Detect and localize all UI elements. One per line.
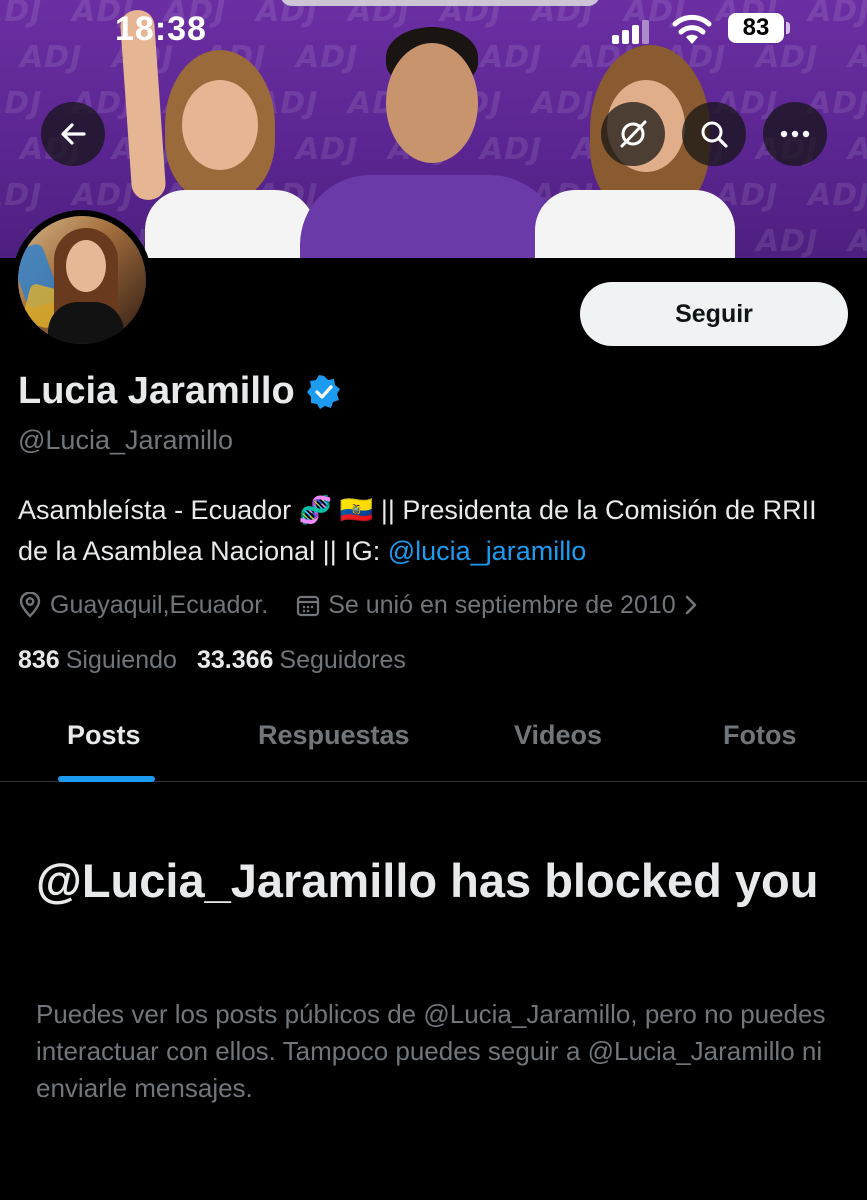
joined-item[interactable]: Se unió en septiembre de 2010 bbox=[296, 591, 697, 620]
battery-indicator: 83 bbox=[728, 13, 784, 43]
profile-name-row: Lucia Jaramillo bbox=[18, 370, 341, 413]
banner-pattern-text: ADJ bbox=[848, 224, 867, 258]
avatar-photo bbox=[18, 216, 146, 344]
banner-pattern-text: ADJ bbox=[0, 178, 43, 213]
status-bar: 18:38 83 bbox=[0, 0, 867, 60]
profile-handle: @Lucia_Jaramillo bbox=[18, 425, 233, 455]
search-button[interactable] bbox=[682, 102, 746, 166]
status-time: 18:38 bbox=[115, 10, 207, 48]
search-icon bbox=[701, 121, 728, 148]
tab-fotos[interactable]: Fotos bbox=[723, 720, 797, 751]
wifi-icon bbox=[672, 12, 712, 46]
battery-tip bbox=[786, 22, 790, 34]
profile-name: Lucia Jaramillo bbox=[18, 370, 295, 412]
tab-videos[interactable]: Videos bbox=[514, 720, 602, 751]
chevron-right-icon bbox=[685, 595, 696, 615]
calendar-icon bbox=[297, 595, 320, 617]
followers-link[interactable]: 33.366 Seguidores bbox=[197, 646, 406, 675]
grok-icon bbox=[620, 120, 647, 148]
location-item: Guayaquil,Ecuador. bbox=[18, 591, 268, 620]
follow-button[interactable]: Seguir bbox=[580, 282, 848, 346]
profile-bio: Asambleísta - Ecuador 🧬 🇪🇨 || Presidenta… bbox=[18, 490, 848, 572]
blocked-message: Puedes ver los posts públicos de @Lucia_… bbox=[36, 999, 826, 1103]
profile-tabs: Posts Respuestas Videos Fotos bbox=[0, 700, 867, 782]
following-link[interactable]: 836 Siguiendo bbox=[18, 646, 177, 675]
grok-button[interactable] bbox=[601, 102, 665, 166]
banner-pattern-text: ADJ bbox=[756, 224, 819, 258]
banner-person-left bbox=[119, 9, 320, 258]
cellular-signal-icon bbox=[612, 20, 652, 44]
followers-count: 33.366 bbox=[196, 646, 274, 674]
following-label: Siguiendo bbox=[65, 646, 177, 674]
followers-label: Seguidores bbox=[279, 646, 406, 674]
profile-meta: Guayaquil,Ecuador. Se unió en septiembre… bbox=[18, 588, 726, 622]
tab-respuestas[interactable]: Respuestas bbox=[258, 720, 410, 751]
following-count: 836 bbox=[18, 646, 60, 674]
banner-pattern-text: ADJ bbox=[0, 86, 43, 121]
verified-badge-icon[interactable] bbox=[306, 374, 341, 409]
joined-text: Se unió en septiembre de 2010 bbox=[328, 590, 676, 619]
active-tab-indicator bbox=[58, 776, 155, 782]
location-text: Guayaquil,Ecuador. bbox=[50, 590, 269, 619]
more-options-button[interactable] bbox=[763, 102, 827, 166]
bio-instagram-link[interactable]: @lucia_jaramillo bbox=[388, 536, 586, 566]
tab-posts[interactable]: Posts bbox=[67, 720, 141, 751]
profile-avatar[interactable] bbox=[12, 210, 152, 350]
more-horizontal-icon bbox=[780, 130, 810, 138]
follow-counts: 836 Siguiendo 33.366 Seguidores bbox=[18, 646, 406, 675]
dynamic-island bbox=[280, 0, 600, 6]
banner-pattern-text: ADJ bbox=[808, 178, 867, 213]
banner-pattern-text: ADJ bbox=[848, 132, 867, 167]
back-button[interactable] bbox=[41, 102, 105, 166]
arrow-left-icon bbox=[61, 123, 86, 145]
location-pin-icon bbox=[19, 592, 41, 618]
blocked-title: @Lucia_Jaramillo has blocked you bbox=[36, 854, 819, 907]
